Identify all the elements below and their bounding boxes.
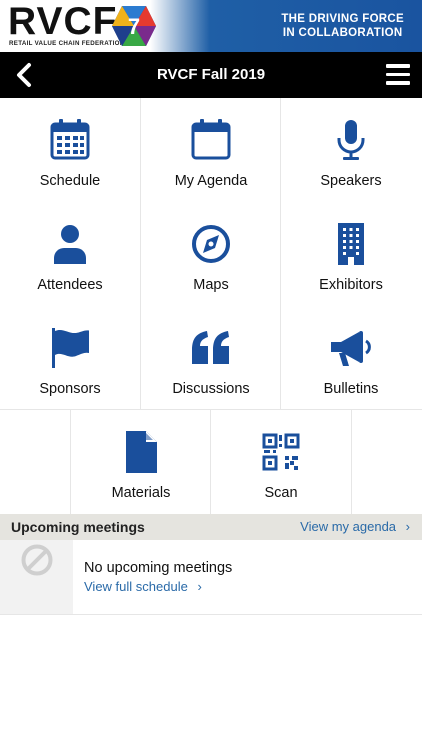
view-schedule-label: View full schedule (84, 579, 188, 594)
logo-subtext: RETAIL VALUE CHAIN FEDERATION (9, 40, 125, 47)
tile-label: Discussions (172, 381, 250, 397)
tile-label: Scan (264, 485, 298, 501)
empty-message: No upcoming meetings (84, 560, 233, 576)
tile-maps[interactable]: Maps (141, 202, 281, 306)
person-icon (54, 225, 86, 264)
tile-materials[interactable]: Materials (71, 410, 211, 514)
view-my-agenda-link[interactable]: View my agenda › (300, 519, 410, 534)
document-icon (126, 431, 157, 473)
prohibited-icon (21, 544, 53, 576)
megaphone-icon (331, 331, 371, 366)
chevron-right-icon: › (405, 519, 410, 534)
chevron-right-icon: › (197, 579, 202, 594)
building-icon (338, 223, 364, 265)
view-full-schedule-link[interactable]: View full schedule › (84, 579, 202, 594)
microphone-icon (337, 120, 365, 160)
svg-text:7: 7 (128, 14, 140, 39)
quote-icon (192, 331, 229, 364)
tagline-line1: THE DRIVING FORCE (281, 13, 404, 25)
tile-label: My Agenda (174, 173, 248, 189)
upcoming-meetings-empty: No upcoming meetings View full schedule … (0, 540, 422, 615)
tile-label: Exhibitors (319, 277, 383, 293)
calendar-grid-icon (50, 119, 90, 160)
tagline: THE DRIVING FORCE IN COLLABORATION (281, 13, 404, 40)
tile-sponsors[interactable]: Sponsors (0, 306, 140, 410)
logo-mark-icon: 7 (112, 6, 156, 46)
tile-label: Schedule (39, 173, 101, 189)
tile-bulletins[interactable]: Bulletins (281, 306, 421, 410)
brand-banner: RVCF RETAIL VALUE CHAIN FEDERATION 7 THE… (0, 0, 422, 52)
title-bar: RVCF Fall 2019 (0, 52, 422, 98)
section-title: Upcoming meetings (11, 519, 145, 535)
empty-state-icon-cell (0, 540, 73, 614)
qr-code-icon (262, 433, 300, 471)
tile-label: Attendees (37, 277, 103, 293)
tile-label: Bulletins (323, 381, 379, 397)
tile-label: Materials (111, 485, 171, 501)
tile-exhibitors[interactable]: Exhibitors (281, 202, 421, 306)
tile-discussions[interactable]: Discussions (141, 306, 281, 410)
page-title: RVCF Fall 2019 (156, 66, 266, 83)
tagline-line2: IN COLLABORATION (282, 26, 403, 39)
rvcf-logo: RVCF (8, 0, 118, 43)
tile-scan[interactable]: Scan (211, 410, 351, 514)
tile-my-agenda[interactable]: My Agenda (141, 98, 281, 202)
view-agenda-label: View my agenda (300, 519, 397, 534)
tile-attendees[interactable]: Attendees (0, 202, 140, 306)
tile-label: Speakers (320, 173, 382, 189)
back-chevron-icon[interactable] (10, 60, 40, 90)
tile-speakers[interactable]: Speakers (281, 98, 421, 202)
calendar-icon (191, 119, 231, 160)
hamburger-menu-icon[interactable] (386, 64, 410, 86)
tile-label: Sponsors (39, 381, 101, 397)
tile-label: Maps (193, 277, 229, 293)
upcoming-meetings-header: Upcoming meetings View my agenda › (0, 514, 422, 540)
tile-schedule[interactable]: Schedule (0, 98, 140, 202)
grid-divider (351, 410, 352, 514)
flag-icon (52, 328, 89, 368)
compass-icon (192, 225, 230, 263)
